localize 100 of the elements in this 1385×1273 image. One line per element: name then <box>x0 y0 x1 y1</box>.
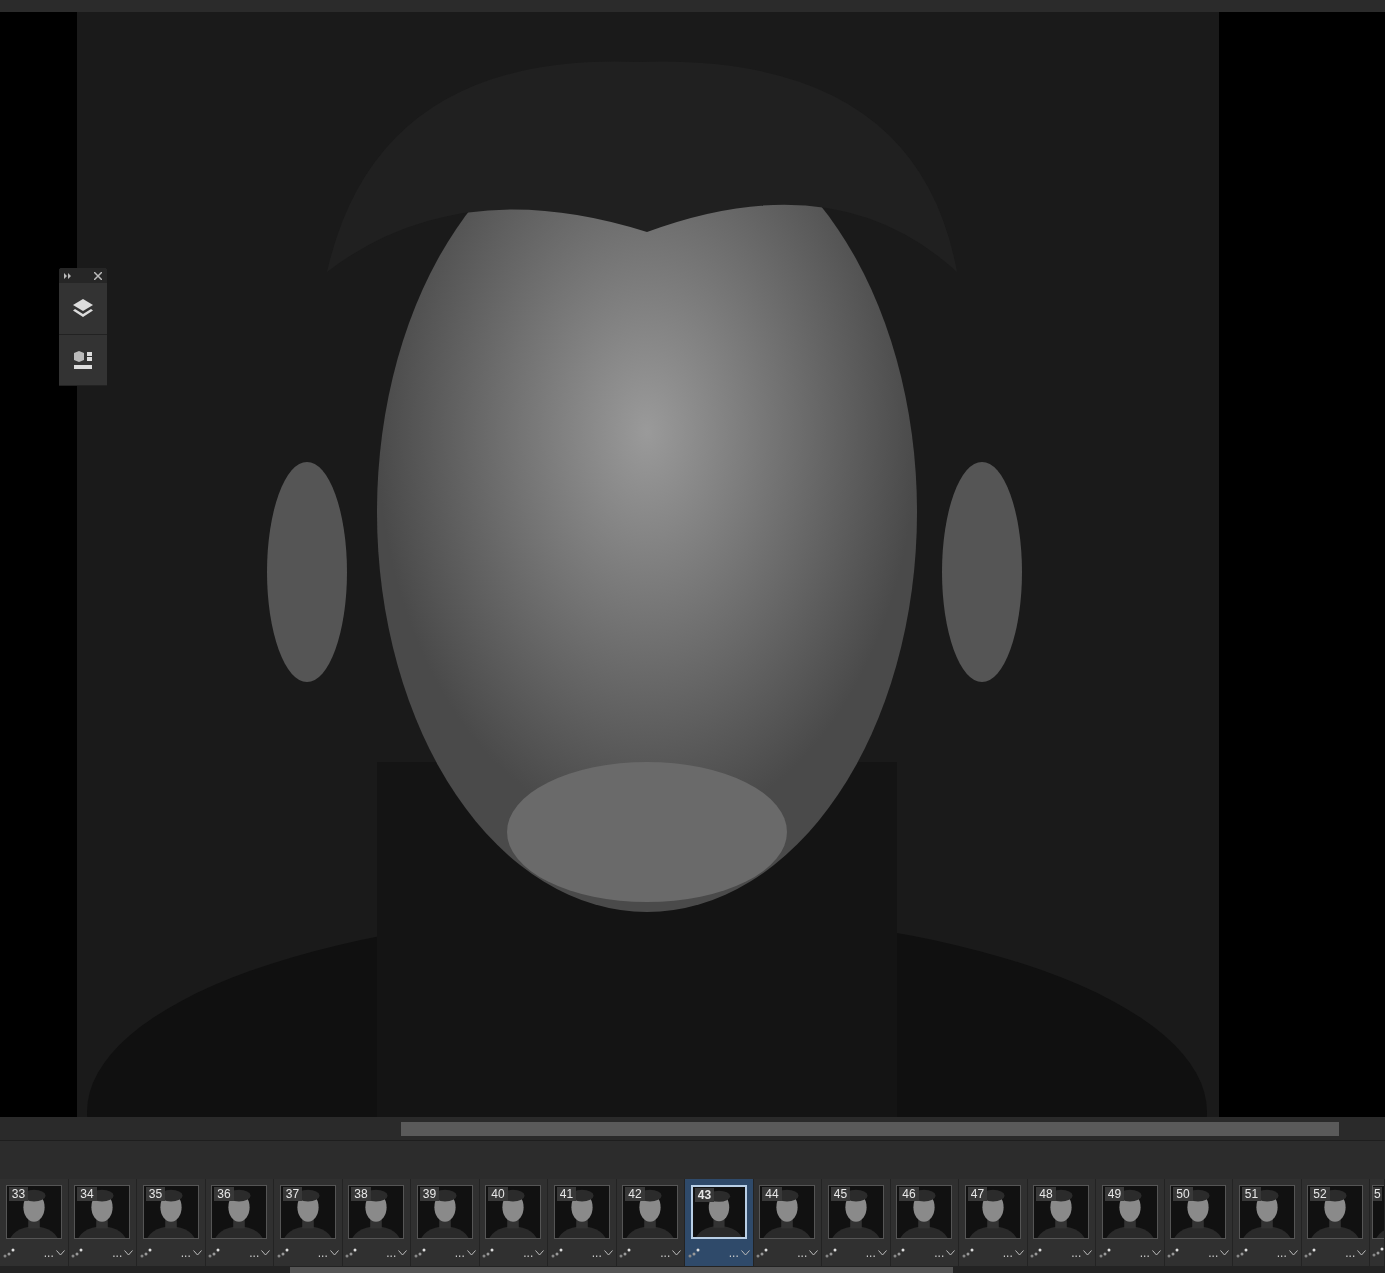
chevron-down-icon[interactable] <box>124 1250 134 1256</box>
frame-delay[interactable]: ... <box>454 1247 465 1259</box>
frame-number: 40 <box>488 1187 508 1201</box>
frame-delay[interactable]: ... <box>728 1247 739 1259</box>
frame[interactable]: 44 ... <box>753 1179 822 1266</box>
frame-number: 35 <box>145 1187 166 1201</box>
tween-icon[interactable] <box>139 1248 152 1258</box>
tween-icon[interactable] <box>1304 1248 1317 1258</box>
frame-delay[interactable]: ... <box>865 1247 876 1259</box>
frame-delay[interactable]: ... <box>660 1247 671 1259</box>
frame-number: 50 <box>1173 1187 1193 1201</box>
chevron-down-icon[interactable] <box>809 1250 819 1256</box>
frame[interactable]: 47 ... <box>959 1179 1028 1266</box>
frame[interactable]: 43 ... <box>685 1179 754 1266</box>
chevron-down-icon[interactable] <box>329 1250 339 1256</box>
frame[interactable]: 42 ... <box>616 1179 685 1266</box>
frame-number: 33 <box>8 1187 29 1201</box>
frame[interactable]: 52 ... <box>1301 1179 1370 1266</box>
tween-icon[interactable] <box>756 1248 769 1258</box>
frame-delay[interactable]: ... <box>1276 1247 1287 1259</box>
frame[interactable]: 35 ... <box>137 1179 206 1266</box>
chevron-down-icon[interactable] <box>1083 1250 1093 1256</box>
tween-icon[interactable] <box>1167 1248 1180 1258</box>
chevron-down-icon[interactable] <box>1220 1250 1230 1256</box>
frame-number: 42 <box>625 1187 645 1201</box>
frame-delay[interactable]: ... <box>1002 1247 1013 1259</box>
chevron-down-icon[interactable] <box>55 1250 65 1256</box>
tween-icon[interactable] <box>893 1248 906 1258</box>
frame[interactable]: 46 ... <box>890 1179 959 1266</box>
tween-icon[interactable] <box>961 1248 974 1258</box>
frame-delay[interactable]: ... <box>523 1247 534 1259</box>
frame-delay[interactable]: ... <box>934 1247 945 1259</box>
frame-delay[interactable]: ... <box>43 1247 54 1259</box>
tween-icon[interactable] <box>482 1248 495 1258</box>
chevron-down-icon[interactable] <box>535 1250 545 1256</box>
frame-delay[interactable]: ... <box>1345 1247 1356 1259</box>
chevron-down-icon[interactable] <box>466 1250 476 1256</box>
frame[interactable]: 37 ... <box>274 1179 343 1266</box>
frame[interactable]: 40 ... <box>479 1179 548 1266</box>
chevron-down-icon[interactable] <box>740 1250 750 1256</box>
frame-delay[interactable]: ... <box>1208 1247 1219 1259</box>
chevron-down-icon[interactable] <box>877 1250 887 1256</box>
frame[interactable]: 45 ... <box>822 1179 891 1266</box>
tween-icon[interactable] <box>687 1248 700 1258</box>
frame[interactable]: 39 ... <box>411 1179 480 1266</box>
chevron-down-icon[interactable] <box>1151 1250 1161 1256</box>
tween-icon[interactable] <box>1235 1248 1248 1258</box>
cube-icon <box>72 348 94 371</box>
collapse-icon[interactable] <box>64 272 72 279</box>
chevron-down-icon[interactable] <box>946 1250 956 1256</box>
chevron-down-icon[interactable] <box>1014 1250 1024 1256</box>
tween-icon[interactable] <box>71 1248 84 1258</box>
tween-icon[interactable] <box>345 1248 358 1258</box>
chevron-down-icon[interactable] <box>672 1250 682 1256</box>
frame-delay[interactable]: ... <box>180 1247 191 1259</box>
frame-number: 48 <box>1036 1187 1056 1201</box>
tween-icon[interactable] <box>619 1248 632 1258</box>
frame[interactable]: 49 ... <box>1096 1179 1165 1266</box>
frame[interactable]: 51 ... <box>1233 1179 1302 1266</box>
chevron-down-icon[interactable] <box>1357 1250 1367 1256</box>
chevron-down-icon[interactable] <box>398 1250 408 1256</box>
frame-number: 49 <box>1104 1187 1125 1201</box>
frame[interactable]: 48 ... <box>1027 1179 1096 1266</box>
chevron-down-icon[interactable] <box>192 1250 202 1256</box>
tween-icon[interactable] <box>1372 1247 1384 1257</box>
frame-number: 43 <box>694 1188 715 1202</box>
chevron-down-icon[interactable] <box>261 1250 271 1256</box>
tween-icon[interactable] <box>276 1248 289 1258</box>
frame-delay[interactable]: ... <box>249 1247 260 1259</box>
frame-number: 38 <box>351 1187 371 1201</box>
frame[interactable]: 41 ... <box>548 1179 617 1266</box>
close-icon[interactable] <box>94 271 102 280</box>
tween-icon[interactable] <box>550 1248 563 1258</box>
frame[interactable]: 33 ... <box>0 1179 69 1266</box>
frame-delay[interactable]: ... <box>386 1247 397 1259</box>
frame-delay[interactable]: ... <box>112 1247 123 1259</box>
frame-delay[interactable]: ... <box>1071 1247 1082 1259</box>
frame-delay[interactable]: ... <box>1139 1247 1150 1259</box>
frame-delay[interactable]: ... <box>317 1247 328 1259</box>
frame-delay[interactable]: ... <box>591 1247 602 1259</box>
frame[interactable]: 38 ... <box>342 1179 411 1266</box>
chevron-down-icon[interactable] <box>1288 1250 1298 1256</box>
tween-icon[interactable] <box>1030 1248 1043 1258</box>
frame-number: 51 <box>1241 1187 1262 1201</box>
tween-icon[interactable] <box>413 1248 426 1258</box>
frame-delay[interactable]: ... <box>797 1247 808 1259</box>
scrollbar-thumb[interactable] <box>401 1121 1339 1136</box>
frame-number: 52 <box>1310 1187 1330 1201</box>
frame[interactable]: 34 ... <box>68 1179 137 1266</box>
scrollbar-thumb[interactable] <box>290 1266 953 1273</box>
frame[interactable]: 5 <box>1370 1179 1385 1266</box>
tween-icon[interactable] <box>824 1248 837 1258</box>
frame-number: 37 <box>282 1187 303 1201</box>
tween-icon[interactable] <box>1098 1248 1111 1258</box>
frame-number: 5 <box>1373 1187 1382 1201</box>
frame[interactable]: 36 ... <box>205 1179 274 1266</box>
frame[interactable]: 50 ... <box>1164 1179 1233 1266</box>
tween-icon[interactable] <box>2 1248 15 1258</box>
tween-icon[interactable] <box>208 1248 221 1258</box>
chevron-down-icon[interactable] <box>603 1250 613 1256</box>
